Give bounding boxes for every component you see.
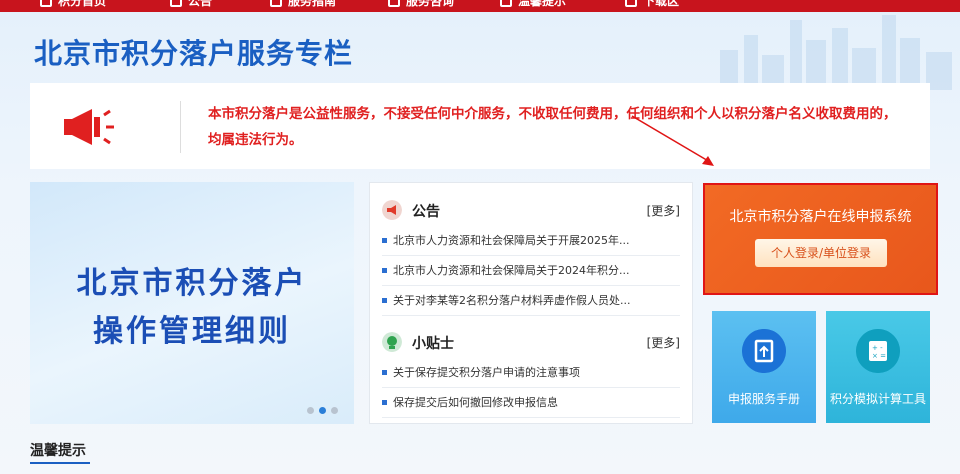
search-icon — [500, 0, 512, 7]
notice-text: 本市积分落户是公益性服务，不接受任何中介服务，不收取任何费用，任何组织和个人以积… — [208, 106, 897, 148]
list-item[interactable]: 北京市人力资源和社会保障局关于开展2025年... — [382, 226, 680, 256]
list-icon — [170, 0, 182, 7]
nav-item-guide[interactable]: 服务指南 — [270, 0, 336, 9]
nav-item-consult[interactable]: 服务咨询 — [388, 0, 454, 9]
news-panel: 公告 [更多] 北京市人力资源和社会保障局关于开展2025年... 北京市人力资… — [369, 182, 693, 424]
megaphone-icon — [64, 109, 114, 145]
tips-icon — [382, 332, 402, 352]
carousel-dots — [307, 407, 338, 414]
announcements-title: 公告 — [412, 204, 440, 220]
bullet-icon — [382, 369, 387, 375]
nav-item-download[interactable]: 下载区 — [625, 0, 679, 9]
banner-title-line1: 北京市积分落户 — [76, 266, 308, 301]
bullet-icon — [382, 267, 387, 273]
tips-title: 小贴士 — [412, 336, 454, 352]
svg-text:× =: × = — [872, 352, 886, 360]
online-system-card: 北京市积分落户在线申报系统 个人登录/单位登录 — [703, 183, 938, 295]
banner-title-line2: 操作管理细则 — [93, 314, 291, 349]
carousel-dot[interactable] — [331, 407, 338, 414]
calculator-icon: + - × = — [856, 329, 900, 373]
reminder-heading: 温馨提示 — [30, 443, 86, 459]
manual-icon — [742, 329, 786, 373]
bullet-icon — [382, 237, 387, 243]
carousel-dot-active[interactable] — [319, 407, 326, 414]
page-title: 北京市积分落户服务专栏 — [34, 37, 354, 70]
tips-header: 小贴士 [更多] — [382, 329, 680, 355]
nav-item-reminder[interactable]: 温馨提示 — [500, 0, 566, 9]
list-item[interactable]: 关于对李某等2名积分落户材料弄虚作假人员处... — [382, 286, 680, 316]
announcements-header: 公告 [更多] — [382, 197, 680, 223]
notice-divider — [180, 101, 181, 153]
manual-tile-label: 申报服务手册 — [727, 392, 800, 406]
announcements-more-link[interactable]: [更多] — [647, 202, 680, 219]
carousel-dot[interactable] — [307, 407, 314, 414]
bullet-icon — [382, 399, 387, 405]
manual-tile[interactable]: 申报服务手册 — [712, 311, 816, 423]
nav-item-home[interactable]: 积分首页 — [40, 0, 106, 9]
list-item[interactable]: 保存提交后如何撤回修改申报信息 — [382, 388, 680, 418]
notice-box: 本市积分落户是公益性服务，不接受任何中介服务，不收取任何费用，任何组织和个人以积… — [30, 83, 930, 169]
calculator-tile-label: 积分模拟计算工具 — [829, 392, 926, 406]
list-item[interactable]: 关于保存提交积分落户申请的注意事项 — [382, 358, 680, 388]
list-item[interactable]: 北京市人力资源和社会保障局关于2024年积分... — [382, 256, 680, 286]
reminder-heading-underline — [30, 462, 90, 464]
banner-carousel[interactable]: 北京市积分落户 操作管理细则 — [30, 182, 354, 424]
home-icon — [40, 0, 52, 7]
book-icon — [270, 0, 282, 7]
tips-more-link[interactable]: [更多] — [647, 334, 680, 351]
chat-icon — [388, 0, 400, 7]
download-icon — [625, 0, 637, 7]
calculator-tile[interactable]: + - × = 积分模拟计算工具 — [826, 311, 930, 423]
bullet-icon — [382, 297, 387, 303]
online-system-title: 北京市积分落户在线申报系统 — [729, 209, 912, 225]
skyline-decoration — [720, 15, 952, 90]
login-button[interactable]: 个人登录/单位登录 — [755, 239, 887, 267]
svg-text:+ -: + - — [872, 344, 883, 352]
nav-item-announcements[interactable]: 公告 — [170, 0, 212, 9]
announcement-icon — [382, 200, 402, 220]
